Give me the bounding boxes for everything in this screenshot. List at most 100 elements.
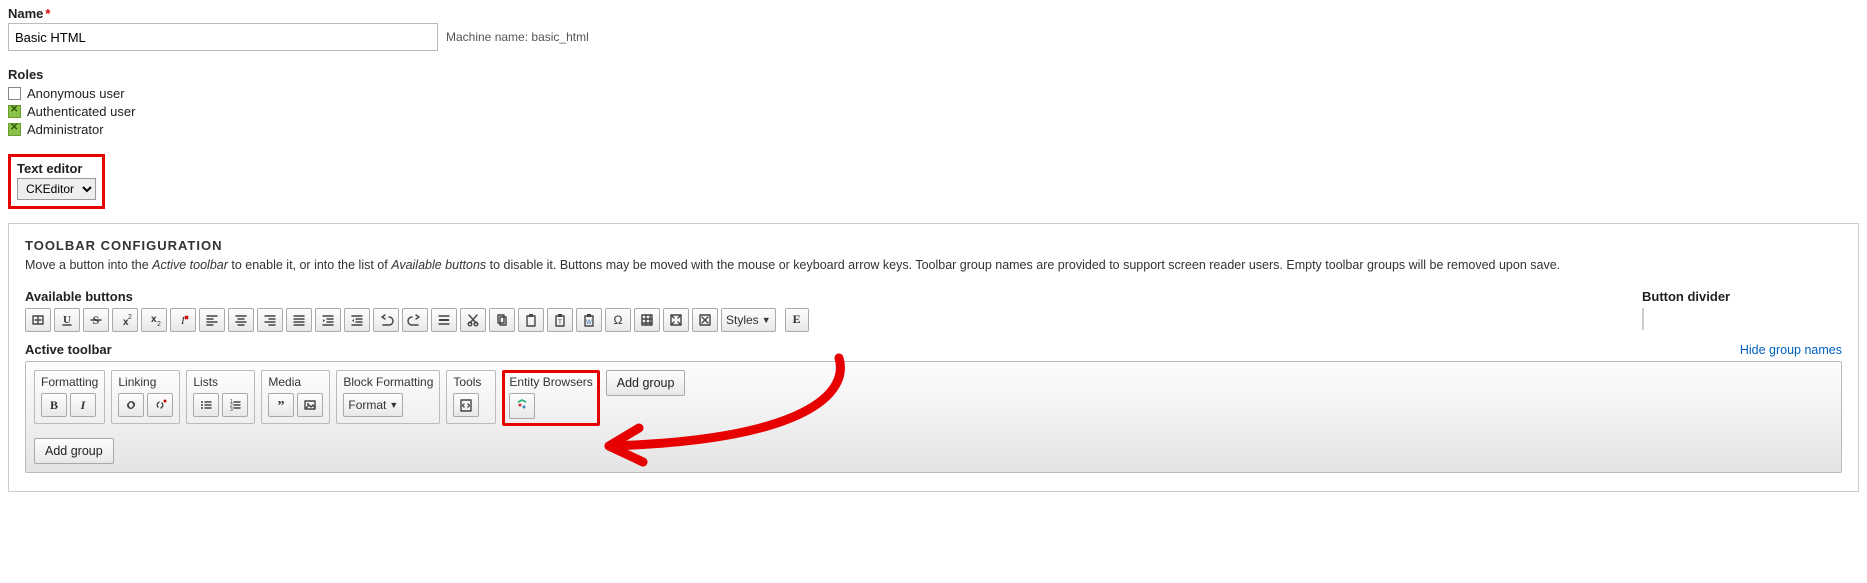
toolbar-group-formatting[interactable]: Formatting B I — [34, 370, 105, 424]
group-title: Linking — [118, 375, 173, 389]
align-left-button[interactable] — [199, 308, 225, 332]
maximize-button[interactable] — [663, 308, 689, 332]
available-buttons-row: USx2 x2 I T W Ω Styles▼ E — [25, 308, 1642, 332]
redo-button[interactable] — [402, 308, 428, 332]
role-label: Administrator — [27, 122, 104, 137]
toolbar-group-tools[interactable]: Tools — [446, 370, 496, 424]
show-blocks-icon — [697, 312, 713, 328]
toolbar-group-entity-browsers[interactable]: Entity Browsers — [502, 370, 599, 426]
indent-button[interactable] — [315, 308, 341, 332]
entity-browser-button[interactable] — [509, 393, 535, 419]
role-label: Anonymous user — [27, 86, 125, 101]
role-checkbox[interactable] — [8, 87, 21, 100]
paste-button[interactable] — [518, 308, 544, 332]
numbered-button[interactable]: 123 — [222, 393, 248, 417]
name-field-wrapper: Name* Machine name: basic_html — [8, 6, 1859, 51]
numbered-icon: 123 — [227, 397, 243, 413]
paste-word-icon: W — [581, 312, 597, 328]
source-icon — [458, 397, 474, 413]
svg-text:”: ” — [278, 399, 285, 413]
add-group-button[interactable]: Add group — [606, 370, 686, 396]
roles-section: Roles Anonymous userAuthenticated userAd… — [8, 67, 1859, 137]
underline-button[interactable]: U — [54, 308, 80, 332]
svg-text:2: 2 — [128, 314, 132, 321]
remove-format-icon: I — [175, 312, 191, 328]
image-icon — [302, 397, 318, 413]
hide-group-names-link[interactable]: Hide group names — [1740, 343, 1842, 357]
hr-button[interactable] — [431, 308, 457, 332]
strike-button[interactable]: S — [83, 308, 109, 332]
group-title: Entity Browsers — [509, 375, 592, 389]
table-button[interactable] — [634, 308, 660, 332]
align-center-button[interactable] — [228, 308, 254, 332]
role-checkbox[interactable] — [8, 105, 21, 118]
button-divider-label: Button divider — [1642, 289, 1842, 304]
show-blocks-button[interactable] — [692, 308, 718, 332]
styles-dropdown[interactable]: Styles▼ — [721, 308, 776, 332]
toolbar-group-block-formatting[interactable]: Block FormattingFormat▼ — [336, 370, 440, 424]
italic-button[interactable]: I — [70, 393, 96, 417]
subscript-button[interactable]: x2 — [141, 308, 167, 332]
machine-name-display: Machine name: basic_html — [446, 30, 589, 44]
superscript-button[interactable]: x2 — [112, 308, 138, 332]
source-button[interactable] — [453, 393, 479, 417]
bulleted-icon — [198, 397, 214, 413]
format-dropdown[interactable]: Format▼ — [343, 393, 403, 417]
group-title: Formatting — [41, 375, 98, 389]
bold-icon: B — [46, 397, 62, 413]
add-group-button[interactable]: Add group — [34, 438, 114, 464]
text-editor-label: Text editor — [17, 161, 96, 176]
copy-button[interactable] — [489, 308, 515, 332]
svg-text:W: W — [586, 320, 592, 326]
text-editor-select[interactable]: CKEditor — [17, 178, 96, 200]
paste-word-button[interactable]: W — [576, 308, 602, 332]
divider-sample[interactable] — [1642, 308, 1644, 330]
role-label: Authenticated user — [27, 104, 135, 119]
maximize-icon — [668, 312, 684, 328]
cut-icon — [465, 312, 481, 328]
superscript-icon: x2 — [117, 312, 133, 328]
role-row: Authenticated user — [8, 104, 1859, 119]
paste-text-button[interactable]: T — [547, 308, 573, 332]
hr-icon — [436, 312, 452, 328]
table-icon — [639, 312, 655, 328]
unlink-button[interactable] — [147, 393, 173, 417]
toolbar-group-lists[interactable]: Lists 123 — [186, 370, 255, 424]
special-char-button[interactable]: Ω — [605, 308, 631, 332]
outdent-button[interactable] — [344, 308, 370, 332]
role-checkbox[interactable] — [8, 123, 21, 136]
svg-text:3: 3 — [230, 407, 233, 413]
toolbar-config-description: Move a button into the Active toolbar to… — [25, 257, 1842, 275]
text-editor-block: Text editor CKEditor — [8, 154, 105, 209]
toolbar-group-linking[interactable]: Linking — [111, 370, 180, 424]
svg-text:U: U — [63, 314, 71, 326]
active-toolbar: Formatting B I Linking Lists 123 Media”Block F… — [25, 361, 1842, 473]
e-button[interactable]: E — [785, 308, 809, 332]
bold-button[interactable]: B — [41, 393, 67, 417]
undo-button[interactable] — [373, 308, 399, 332]
group-title: Lists — [193, 375, 248, 389]
link-icon — [123, 397, 139, 413]
format-label: Format — [348, 398, 386, 412]
remove-format-button[interactable]: I — [170, 308, 196, 332]
language-button[interactable] — [25, 308, 51, 332]
bulleted-button[interactable] — [193, 393, 219, 417]
align-left-icon — [204, 312, 220, 328]
svg-text:B: B — [50, 398, 58, 412]
role-row: Administrator — [8, 122, 1859, 137]
name-input[interactable] — [8, 23, 438, 51]
italic-icon: I — [75, 397, 91, 413]
blockquote-button[interactable]: ” — [268, 393, 294, 417]
align-justify-icon — [291, 312, 307, 328]
svg-text:T: T — [558, 320, 562, 326]
chevron-down-icon: ▼ — [389, 400, 398, 410]
copy-icon — [494, 312, 510, 328]
toolbar-group-media[interactable]: Media” — [261, 370, 330, 424]
language-icon — [30, 312, 46, 328]
align-justify-button[interactable] — [286, 308, 312, 332]
image-button[interactable] — [297, 393, 323, 417]
cut-button[interactable] — [460, 308, 486, 332]
align-right-button[interactable] — [257, 308, 283, 332]
paste-icon — [523, 312, 539, 328]
link-button[interactable] — [118, 393, 144, 417]
